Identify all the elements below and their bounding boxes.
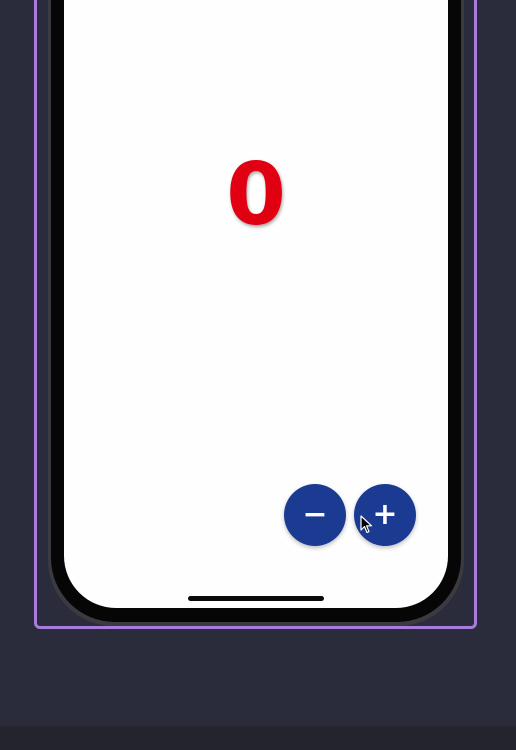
phone-screen: 0 − +	[64, 0, 448, 608]
plus-icon: +	[372, 497, 398, 532]
bottom-bar	[0, 726, 516, 750]
decrement-button[interactable]: −	[284, 484, 346, 546]
minus-icon: −	[302, 497, 328, 532]
home-indicator	[188, 596, 324, 601]
mouse-pointer-icon	[360, 515, 373, 534]
counter-value: 0	[226, 145, 286, 245]
